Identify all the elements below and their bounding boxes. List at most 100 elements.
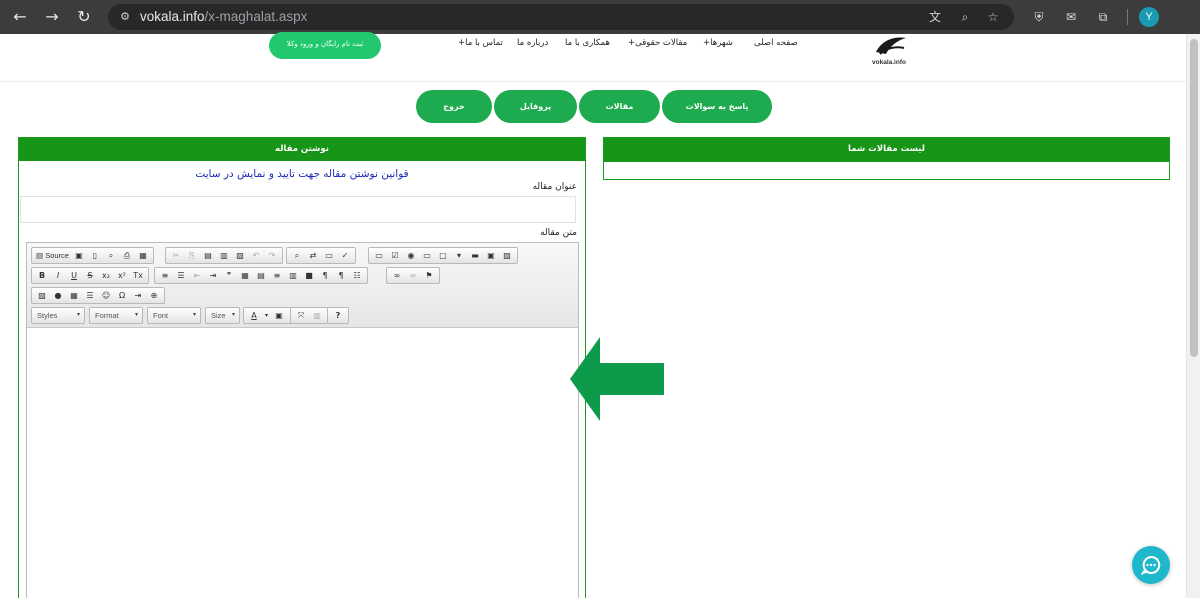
preview-icon[interactable]: ⌕ <box>105 249 118 262</box>
profile-avatar[interactable]: Y <box>1139 7 1159 27</box>
button-field-icon[interactable]: ▬ <box>469 249 482 262</box>
logout-button[interactable]: خروج <box>416 90 492 123</box>
cut-icon[interactable]: ✂ <box>170 249 183 262</box>
align-left-icon[interactable]: ▤ <box>255 269 268 282</box>
format-dropdown[interactable]: Format ▾ <box>89 307 143 324</box>
language-icon[interactable]: ☷ <box>351 269 364 282</box>
maximize-icon[interactable]: ⤧ <box>295 309 308 322</box>
nav-about[interactable]: درباره ما <box>517 38 548 52</box>
extensions-puzzle-icon[interactable]: ⧉ <box>1093 7 1113 27</box>
profile-button[interactable]: پروفایل <box>494 90 577 123</box>
url-text[interactable]: vokala.info/x-maghalat.aspx <box>140 4 307 30</box>
underline-icon[interactable]: U <box>68 269 81 282</box>
checkbox-icon[interactable]: ☑ <box>389 249 402 262</box>
forward-icon[interactable]: → <box>42 7 62 27</box>
superscript-icon[interactable]: x² <box>116 269 129 282</box>
shield-extension-icon[interactable]: ⛨ <box>1029 7 1049 27</box>
templates-icon[interactable]: ▦ <box>137 249 150 262</box>
blockquote-icon[interactable]: ❞ <box>223 269 236 282</box>
indent-icon[interactable]: ⇥ <box>207 269 220 282</box>
bg-color-icon[interactable]: ▣ <box>273 309 286 322</box>
text-color-icon[interactable]: A <box>248 309 261 322</box>
special-char-icon[interactable]: Ω <box>116 289 129 302</box>
hidden-field-icon[interactable]: ▨ <box>501 249 514 262</box>
articles-button[interactable]: مقالات <box>579 90 660 123</box>
image-button-icon[interactable]: ▣ <box>485 249 498 262</box>
flash-icon[interactable]: ● <box>52 289 65 302</box>
radio-icon[interactable]: ◉ <box>405 249 418 262</box>
format-dropdown-label: Format <box>95 311 119 320</box>
undo-icon[interactable]: ↶ <box>250 249 263 262</box>
select-all-icon[interactable]: ▭ <box>323 249 336 262</box>
anchor-icon[interactable]: ⚑ <box>423 269 436 282</box>
save-icon[interactable]: ▣ <box>73 249 86 262</box>
article-rules-link[interactable]: قوانین نوشتن مقاله جهت تایید و نمایش در … <box>19 168 585 180</box>
bold-icon[interactable]: B <box>36 269 49 282</box>
form-icon[interactable]: ▭ <box>373 249 386 262</box>
print-icon[interactable]: ⎙ <box>121 249 134 262</box>
paste-text-icon[interactable]: ▥ <box>218 249 231 262</box>
text-field-icon[interactable]: ▭ <box>421 249 434 262</box>
redo-icon[interactable]: ↷ <box>266 249 279 262</box>
replace-icon[interactable]: ⇄ <box>307 249 320 262</box>
mail-extension-icon[interactable]: ✉ <box>1061 7 1081 27</box>
link-icon[interactable]: ∞ <box>391 269 404 282</box>
editor-content-area[interactable] <box>27 328 578 598</box>
remove-format-icon[interactable]: Tx <box>132 269 145 282</box>
italic-icon[interactable]: I <box>52 269 65 282</box>
justify-icon[interactable]: ■ <box>303 269 316 282</box>
new-page-icon[interactable]: ▯ <box>89 249 102 262</box>
paste-word-icon[interactable]: ▧ <box>234 249 247 262</box>
align-center-icon[interactable]: ≡ <box>271 269 284 282</box>
outdent-icon[interactable]: ⇤ <box>191 269 204 282</box>
styles-dropdown[interactable]: Styles ▾ <box>31 307 85 324</box>
site-info-icon[interactable]: ⚙ <box>117 9 133 25</box>
unlink-icon[interactable]: ∞ <box>407 269 420 282</box>
size-dropdown[interactable]: Size ▾ <box>205 307 240 324</box>
page-scrollbar[interactable] <box>1186 34 1200 598</box>
source-button[interactable]: ▤ Source <box>36 249 70 262</box>
source-icon: ▤ <box>36 251 46 260</box>
register-button[interactable]: ثبت نام رایگان و ورود وکلا <box>269 32 381 59</box>
select-field-icon[interactable]: ▾ <box>453 249 466 262</box>
nav-cities[interactable]: شهرها+ <box>703 38 733 52</box>
image-icon[interactable]: ▨ <box>36 289 49 302</box>
subscript-icon[interactable]: x₂ <box>100 269 113 282</box>
nav-legal-articles[interactable]: مقالات حقوقی+ <box>628 38 687 52</box>
numbered-list-icon[interactable]: ≡ <box>159 269 172 282</box>
div-icon[interactable]: ▦ <box>239 269 252 282</box>
bulleted-list-icon[interactable]: ☰ <box>175 269 188 282</box>
translate-icon[interactable]: 文 <box>926 8 944 26</box>
reload-icon[interactable]: ↻ <box>74 7 94 27</box>
iframe-icon[interactable]: ⊕ <box>148 289 161 302</box>
zoom-icon[interactable]: ⌕ <box>956 8 974 26</box>
nav-cooperate[interactable]: همکاری با ما <box>565 38 610 52</box>
article-title-input[interactable] <box>20 196 576 223</box>
nav-contact[interactable]: تماس با ما+ <box>458 38 503 52</box>
paste-icon[interactable]: ▤ <box>202 249 215 262</box>
nav-home[interactable]: صفحه اصلی <box>754 38 798 52</box>
find-icon[interactable]: ⌕ <box>291 249 304 262</box>
text-color-arrow-icon[interactable]: ▾ <box>264 309 270 322</box>
back-icon[interactable]: ← <box>10 7 30 27</box>
help-icon[interactable]: ? <box>332 309 345 322</box>
scrollbar-thumb[interactable] <box>1190 39 1198 357</box>
site-logo-icon[interactable] <box>874 34 908 56</box>
textarea-icon[interactable]: ▢ <box>437 249 450 262</box>
font-dropdown[interactable]: Font ▾ <box>147 307 201 324</box>
spellcheck-icon[interactable]: ✓ <box>339 249 352 262</box>
chat-button[interactable] <box>1132 546 1170 584</box>
align-right-icon[interactable]: ▥ <box>287 269 300 282</box>
show-blocks-icon[interactable]: ▥ <box>311 309 324 322</box>
answer-questions-button[interactable]: پاسخ به سوالات <box>662 90 772 123</box>
ltr-icon[interactable]: ¶ <box>319 269 332 282</box>
rtl-icon[interactable]: ¶ <box>335 269 348 282</box>
address-bar[interactable]: ⚙ vokala.info/x-maghalat.aspx 文 ⌕ ☆ <box>108 4 1014 30</box>
page-break-icon[interactable]: ⇥ <box>132 289 145 302</box>
strike-icon[interactable]: S <box>84 269 97 282</box>
copy-icon[interactable]: ⎘ <box>186 249 199 262</box>
bookmark-star-icon[interactable]: ☆ <box>984 8 1002 26</box>
horizontal-rule-icon[interactable]: ☰ <box>84 289 97 302</box>
smiley-icon[interactable]: ☺ <box>100 289 113 302</box>
table-icon[interactable]: ▦ <box>68 289 81 302</box>
